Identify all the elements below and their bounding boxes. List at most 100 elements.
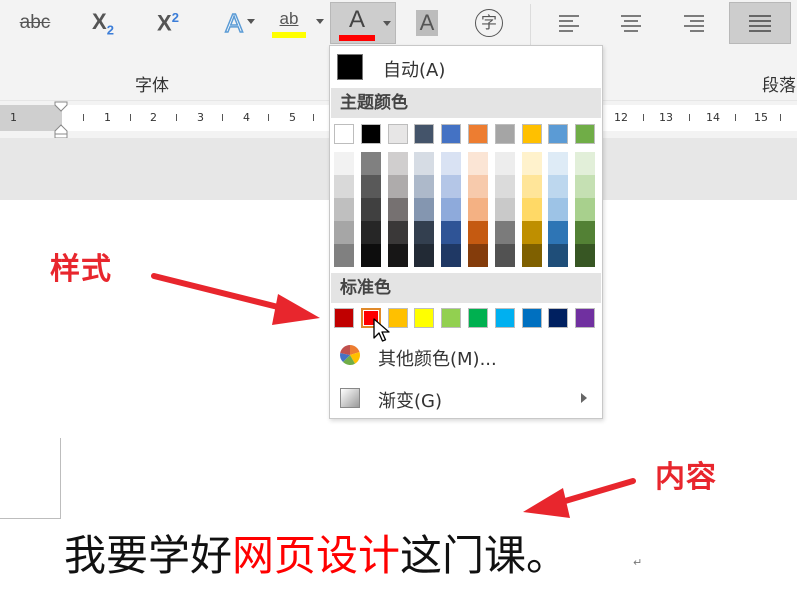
theme-shade-swatch[interactable] (548, 175, 569, 198)
theme-shade-swatch[interactable] (548, 244, 569, 267)
theme-shade-swatch[interactable] (334, 198, 354, 221)
theme-color-swatch[interactable] (387, 124, 408, 144)
theme-shade-swatch[interactable] (334, 175, 354, 198)
theme-shade-swatch[interactable] (441, 198, 462, 221)
align-left-button[interactable] (545, 4, 593, 42)
theme-shade-swatch[interactable] (575, 221, 596, 244)
theme-shade-swatch[interactable] (414, 244, 435, 267)
theme-shade-swatch[interactable] (414, 152, 435, 175)
theme-color-swatch[interactable] (360, 124, 381, 144)
indent-marker-icon[interactable] (54, 101, 68, 139)
standard-color-swatch[interactable] (494, 308, 515, 328)
theme-shade-swatch[interactable] (360, 244, 381, 267)
theme-color-swatch[interactable] (575, 124, 596, 144)
theme-shade-swatch[interactable] (468, 198, 488, 221)
justify-button[interactable] (729, 2, 791, 44)
standard-color-swatch[interactable] (414, 308, 435, 328)
theme-shade-column (414, 152, 435, 267)
standard-color-swatch[interactable] (468, 308, 488, 328)
theme-shade-swatch[interactable] (548, 221, 569, 244)
highlight-button[interactable]: ab (268, 4, 310, 42)
font-color-button[interactable]: A (330, 2, 396, 44)
theme-shade-swatch[interactable] (334, 152, 354, 175)
theme-shade-swatch[interactable] (468, 152, 488, 175)
theme-shade-swatch[interactable] (387, 244, 408, 267)
theme-shade-swatch[interactable] (360, 198, 381, 221)
standard-color-swatch[interactable] (575, 308, 596, 328)
theme-shade-swatch[interactable] (441, 221, 462, 244)
theme-shade-swatch[interactable] (441, 152, 462, 175)
text-effects-icon: A (225, 7, 244, 39)
standard-color-swatch[interactable] (521, 308, 542, 328)
theme-shade-swatch[interactable] (575, 198, 596, 221)
annotation-content-label: 内容 (655, 460, 717, 495)
theme-shade-swatch[interactable] (494, 152, 515, 175)
theme-shade-swatch[interactable] (334, 221, 354, 244)
theme-shade-swatch[interactable] (494, 221, 515, 244)
theme-shade-swatch[interactable] (360, 175, 381, 198)
ruler-tick (735, 114, 736, 121)
theme-shade-swatch[interactable] (387, 198, 408, 221)
theme-shade-swatch[interactable] (414, 198, 435, 221)
text-effects-dropdown-icon[interactable] (247, 19, 255, 24)
theme-shade-swatch[interactable] (494, 198, 515, 221)
theme-shade-swatch[interactable] (360, 152, 381, 175)
theme-shade-swatch[interactable] (575, 152, 596, 175)
subscript-button[interactable]: X2 (80, 4, 126, 42)
theme-shade-swatch[interactable] (548, 198, 569, 221)
font-color-dropdown-icon[interactable] (383, 21, 391, 26)
ruler-tick (130, 114, 131, 121)
theme-shade-swatch[interactable] (521, 198, 542, 221)
theme-shade-swatch[interactable] (521, 221, 542, 244)
ruler-number: 13 (659, 111, 673, 124)
theme-shade-swatch[interactable] (441, 244, 462, 267)
char-shading-button[interactable]: A (404, 4, 450, 42)
theme-shade-swatch[interactable] (468, 244, 488, 267)
standard-color-swatch[interactable] (334, 308, 354, 328)
ruler-number: 1 (10, 111, 17, 124)
theme-shade-swatch[interactable] (441, 175, 462, 198)
theme-color-swatch[interactable] (334, 124, 354, 144)
strikethrough-button[interactable]: abc (10, 4, 60, 42)
char-shading-icon: A (415, 10, 439, 36)
theme-color-swatch[interactable] (494, 124, 515, 144)
theme-color-swatch[interactable] (548, 124, 569, 144)
theme-shade-swatch[interactable] (494, 175, 515, 198)
theme-shade-swatch[interactable] (387, 152, 408, 175)
highlight-color-bar (272, 32, 306, 38)
theme-shade-swatch[interactable] (521, 244, 542, 267)
gradient-item[interactable]: 渐变(G) (331, 378, 601, 418)
highlight-dropdown-icon[interactable] (316, 19, 324, 24)
theme-color-swatch[interactable] (521, 124, 542, 144)
superscript-button[interactable]: X2 (145, 4, 191, 42)
theme-color-swatch[interactable] (414, 124, 435, 144)
align-right-button[interactable] (670, 4, 718, 42)
theme-shade-swatch[interactable] (521, 152, 542, 175)
theme-shade-swatch[interactable] (494, 244, 515, 267)
standard-color-swatch[interactable] (548, 308, 569, 328)
theme-shade-swatch[interactable] (468, 175, 488, 198)
theme-color-swatch[interactable] (441, 124, 462, 144)
document-text-line[interactable]: 我要学好网页设计这门课。 (64, 532, 568, 580)
theme-color-swatch[interactable] (468, 124, 488, 144)
theme-shade-swatch[interactable] (414, 175, 435, 198)
theme-shade-swatch[interactable] (360, 221, 381, 244)
text-red-highlight: 网页设计 (232, 531, 401, 580)
enclose-char-button[interactable]: 字 (466, 4, 512, 42)
align-center-button[interactable] (607, 4, 655, 42)
theme-shade-swatch[interactable] (387, 175, 408, 198)
highlight-label: ab (279, 9, 299, 28)
theme-shade-swatch[interactable] (548, 152, 569, 175)
theme-shade-swatch[interactable] (575, 175, 596, 198)
theme-shade-swatch[interactable] (387, 221, 408, 244)
theme-shade-swatch[interactable] (334, 244, 354, 267)
theme-shade-swatch[interactable] (468, 221, 488, 244)
theme-shade-swatch[interactable] (414, 221, 435, 244)
ruler-number: 15 (754, 111, 768, 124)
standard-color-swatch[interactable] (441, 308, 462, 328)
theme-shade-swatch[interactable] (575, 244, 596, 267)
more-colors-item[interactable]: 其他颜色(M)... (331, 336, 601, 376)
theme-shade-swatch[interactable] (521, 175, 542, 198)
auto-color-item[interactable]: 自动(A) (331, 47, 601, 87)
more-colors-label: 其他颜色(M)... (378, 349, 497, 370)
